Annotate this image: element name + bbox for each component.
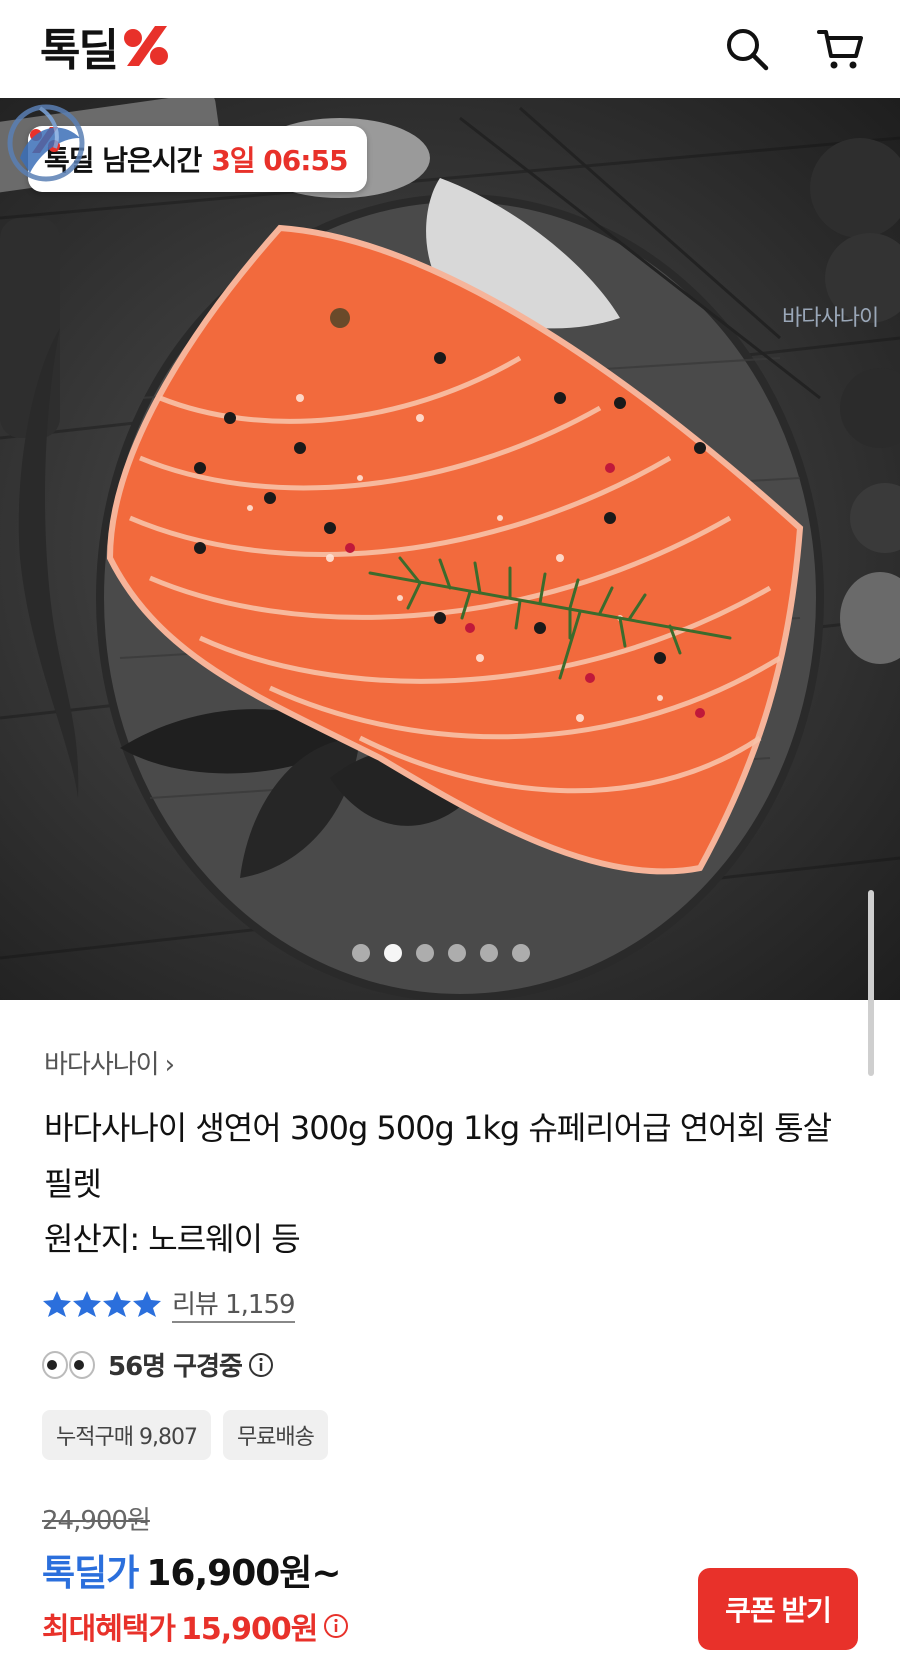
salmon-photo bbox=[0, 98, 900, 1000]
star-icon bbox=[73, 1290, 101, 1317]
eyes-icon bbox=[42, 1350, 95, 1379]
info-icon[interactable] bbox=[323, 1613, 349, 1639]
cart-icon[interactable] bbox=[816, 24, 866, 74]
watermark-text: 바다사나이 bbox=[782, 306, 879, 331]
carousel-dot[interactable] bbox=[448, 944, 466, 962]
percent-logo-icon bbox=[123, 26, 168, 66]
info-icon[interactable] bbox=[248, 1352, 274, 1378]
star-icon bbox=[43, 1290, 71, 1317]
deal-price-label: 톡딜가 bbox=[42, 1553, 139, 1594]
product-tags: 누적구매 9,807 무료배송 bbox=[42, 1410, 328, 1460]
deal-price-row: 톡딜가 16,900원~ bbox=[42, 1544, 342, 1596]
star-icon bbox=[133, 1290, 161, 1317]
chevron-right-icon: › bbox=[164, 1050, 175, 1080]
carousel-indicator bbox=[352, 944, 530, 962]
brand-watermark-icon bbox=[7, 104, 85, 182]
carousel-dot[interactable] bbox=[416, 944, 434, 962]
seller-link[interactable]: 바다사나이 › bbox=[44, 1044, 175, 1081]
page-scrollbar[interactable] bbox=[868, 890, 874, 1076]
timer-countdown: 3일 06:55 bbox=[211, 144, 348, 177]
original-price: 24,900원 bbox=[42, 1506, 151, 1536]
product-image-carousel[interactable]: 톡딜 남은시간 3일 06:55 바다사나이 bbox=[0, 98, 900, 1000]
purchase-count-chip: 누적구매 9,807 bbox=[42, 1410, 211, 1460]
review-count-link[interactable]: 리뷰 1,159 bbox=[172, 1284, 296, 1323]
get-coupon-button[interactable]: 쿠폰 받기 bbox=[698, 1568, 858, 1650]
search-icon[interactable] bbox=[722, 24, 772, 74]
max-benefit-label: 최대혜택가 bbox=[42, 1612, 176, 1647]
rating-row: 리뷰 1,159 bbox=[42, 1284, 296, 1323]
carousel-dot[interactable] bbox=[512, 944, 530, 962]
star-icon bbox=[103, 1290, 131, 1317]
app-header: 톡딜 bbox=[0, 0, 900, 98]
viewers-row: 56명 구경중 bbox=[42, 1346, 274, 1383]
carousel-dot[interactable] bbox=[480, 944, 498, 962]
product-origin: 원산지: 노르웨이 등 bbox=[44, 1220, 301, 1258]
product-title: 바다사나이 생연어 300g 500g 1kg 슈페리어급 연어회 통살 필렛 bbox=[44, 1109, 832, 1203]
max-benefit-price: 15,900원 bbox=[181, 1612, 318, 1647]
seller-name: 바다사나이 bbox=[44, 1050, 160, 1080]
viewers-count: 56명 구경중 bbox=[108, 1352, 243, 1382]
free-shipping-chip: 무료배송 bbox=[222, 1410, 328, 1460]
carousel-dot[interactable] bbox=[352, 944, 370, 962]
carousel-dot-active[interactable] bbox=[384, 944, 402, 962]
deal-price: 16,900원~ bbox=[146, 1553, 341, 1594]
max-benefit-row: 최대혜택가 15,900원 bbox=[42, 1604, 349, 1648]
logo-text: 톡딜 bbox=[40, 25, 119, 76]
tokdeal-logo[interactable]: 톡딜 bbox=[40, 20, 173, 76]
